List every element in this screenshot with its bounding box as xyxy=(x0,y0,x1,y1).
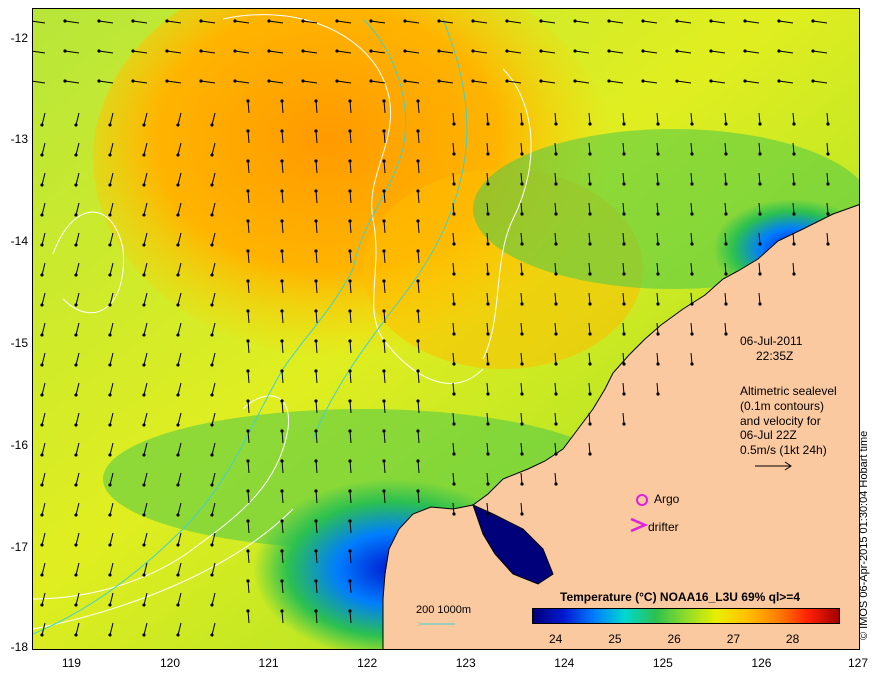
time-label: 22:35Z xyxy=(756,349,794,363)
colorbar-tick-label: 25 xyxy=(608,632,622,646)
x-tick-label: 124 xyxy=(554,656,575,670)
colorbar-tick-label: 24 xyxy=(549,632,563,646)
y-tick-label: -13 xyxy=(10,132,28,147)
x-tick-label: 123 xyxy=(455,656,476,670)
colorbar-tick-label: 26 xyxy=(667,632,681,646)
colorbar-tick-label: 28 xyxy=(785,632,800,646)
date-label: 06-Jul-2011 xyxy=(740,334,803,348)
isobath-legend-label: 200 1000m xyxy=(416,604,472,616)
altimetry-line-3: and velocity for xyxy=(740,414,821,428)
y-tick-label: -14 xyxy=(10,234,28,249)
x-tick-label: 125 xyxy=(652,656,673,670)
credit-text: © IMOS 06-Apr-2015 01:30:04 Hobart time xyxy=(858,430,870,640)
x-tick-label: 119 xyxy=(61,656,81,670)
altimetry-line-4: 06-Jul 22Z xyxy=(740,428,797,442)
colorbar-tick-label: 27 xyxy=(726,632,741,646)
x-tick-label: 126 xyxy=(751,656,772,670)
colorbar-title: Temperature (°C) NOAA16_L3U 69% ql>=4 xyxy=(560,590,800,604)
y-tick-label: -17 xyxy=(10,540,28,555)
altimetry-line-2: (0.1m contours) xyxy=(740,399,825,413)
y-tick-label: -15 xyxy=(10,336,28,351)
x-tick-label: 122 xyxy=(357,656,378,670)
x-tick-label: 127 xyxy=(847,656,869,670)
x-tick-label: 121 xyxy=(258,656,279,670)
drifter-label: drifter xyxy=(648,520,679,534)
argo-label: Argo xyxy=(654,492,680,506)
y-tick-label: -12 xyxy=(10,30,28,45)
colorbar xyxy=(532,608,840,624)
x-tick-label: 120 xyxy=(159,656,181,670)
y-tick-label: -18 xyxy=(10,640,28,654)
y-tick-label: -16 xyxy=(10,438,28,453)
altimetry-line-5: 0.5m/s (1kt 24h) xyxy=(740,443,827,457)
altimetry-line-1: Altimetric sealevel xyxy=(740,384,837,398)
sst-map[interactable] xyxy=(32,8,860,650)
map-canvas xyxy=(33,9,859,649)
